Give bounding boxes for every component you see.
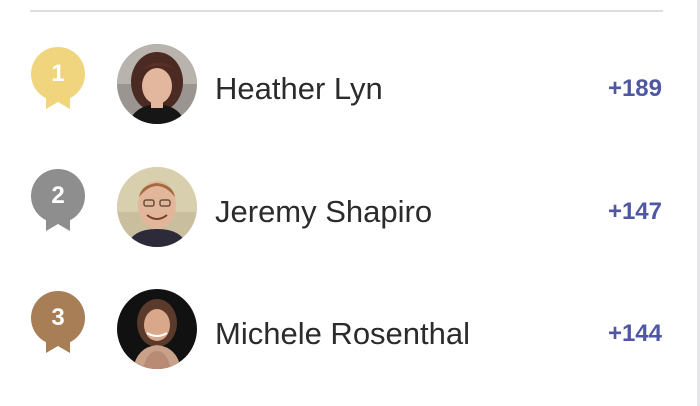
avatar-heather-lyn[interactable] <box>117 44 197 124</box>
leader-score: +144 <box>607 320 662 347</box>
leader-row-3[interactable]: 3 Michele Rosenthal +144 <box>0 284 700 384</box>
bronze-ribbon-icon: 3 <box>31 291 85 361</box>
avatar-jeremy-shapiro[interactable] <box>117 167 197 247</box>
leader-name[interactable]: Michele Rosenthal <box>215 314 470 354</box>
leader-score: +189 <box>607 75 662 102</box>
gold-ribbon-icon: 1 <box>31 47 85 117</box>
leader-row-1[interactable]: 1 Heather Lyn +189 <box>0 39 700 139</box>
rank-number: 1 <box>51 60 65 87</box>
avatar-michele-rosenthal[interactable] <box>117 289 197 369</box>
leader-name[interactable]: Heather Lyn <box>215 69 383 109</box>
leaderboard-widget: 1 Heather Lyn +189 2 Jeremy Shapiro +147… <box>0 0 700 406</box>
leader-name[interactable]: Jeremy Shapiro <box>215 192 432 232</box>
leader-row-2[interactable]: 2 Jeremy Shapiro +147 <box>0 162 700 262</box>
silver-ribbon-icon: 2 <box>31 169 85 239</box>
rank-number: 2 <box>51 182 65 209</box>
top-divider <box>30 10 663 12</box>
rank-number: 3 <box>51 304 65 331</box>
leader-score: +147 <box>607 198 662 225</box>
